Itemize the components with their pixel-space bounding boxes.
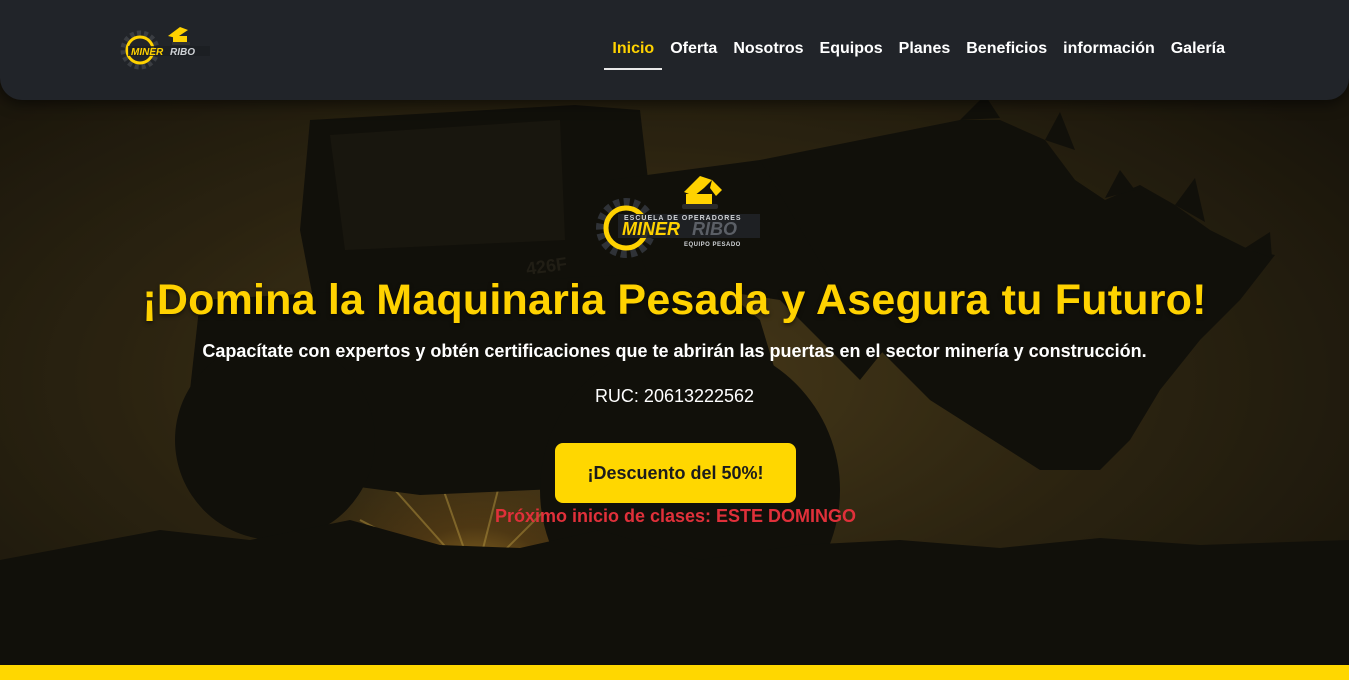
logo-bottom-text: EQUIPO PESADO bbox=[684, 242, 741, 248]
logo-text-accent: RIBO bbox=[170, 47, 195, 58]
hero-logo: ESCUELA DE OPERADORES MINER RIBO EQUIPO … bbox=[596, 168, 764, 260]
nav-item-planes[interactable]: Planes bbox=[891, 38, 959, 70]
top-navbar: MINER RIBO Inicio Oferta Nosotros Equipo… bbox=[0, 0, 1349, 100]
nav-item-oferta[interactable]: Oferta bbox=[662, 38, 725, 70]
nav-item-galeria[interactable]: Galería bbox=[1163, 38, 1233, 70]
main-nav: Inicio Oferta Nosotros Equipos Planes Be… bbox=[604, 38, 1233, 70]
hero-subtitle: Capacítate con expertos y obtén certific… bbox=[202, 341, 1147, 361]
section-divider-stripe bbox=[0, 665, 1349, 680]
excavator-gear-icon: MINER RIBO bbox=[120, 27, 210, 70]
logo-text-main: MINER bbox=[131, 47, 164, 58]
nav-item-equipos[interactable]: Equipos bbox=[812, 38, 891, 70]
excavator-gear-icon: ESCUELA DE OPERADORES MINER RIBO EQUIPO … bbox=[596, 176, 760, 258]
nav-item-nosotros[interactable]: Nosotros bbox=[725, 38, 811, 70]
nav-item-inicio[interactable]: Inicio bbox=[604, 38, 662, 70]
logo-text-accent: RIBO bbox=[692, 219, 737, 239]
logo-text-main: MINER bbox=[622, 219, 680, 239]
brand-logo[interactable]: MINER RIBO bbox=[118, 22, 214, 74]
next-class-notice: Próximo inicio de clases: ESTE DOMINGO bbox=[494, 506, 857, 526]
ruc-text: RUC: 20613222562 bbox=[594, 386, 755, 406]
discount-cta-button[interactable]: ¡Descuento del 50%! bbox=[555, 443, 796, 503]
hero-title: ¡Domina la Maquinaria Pesada y Asegura t… bbox=[142, 276, 1207, 324]
nav-item-informacion[interactable]: información bbox=[1055, 38, 1163, 70]
nav-item-beneficios[interactable]: Beneficios bbox=[958, 38, 1055, 70]
